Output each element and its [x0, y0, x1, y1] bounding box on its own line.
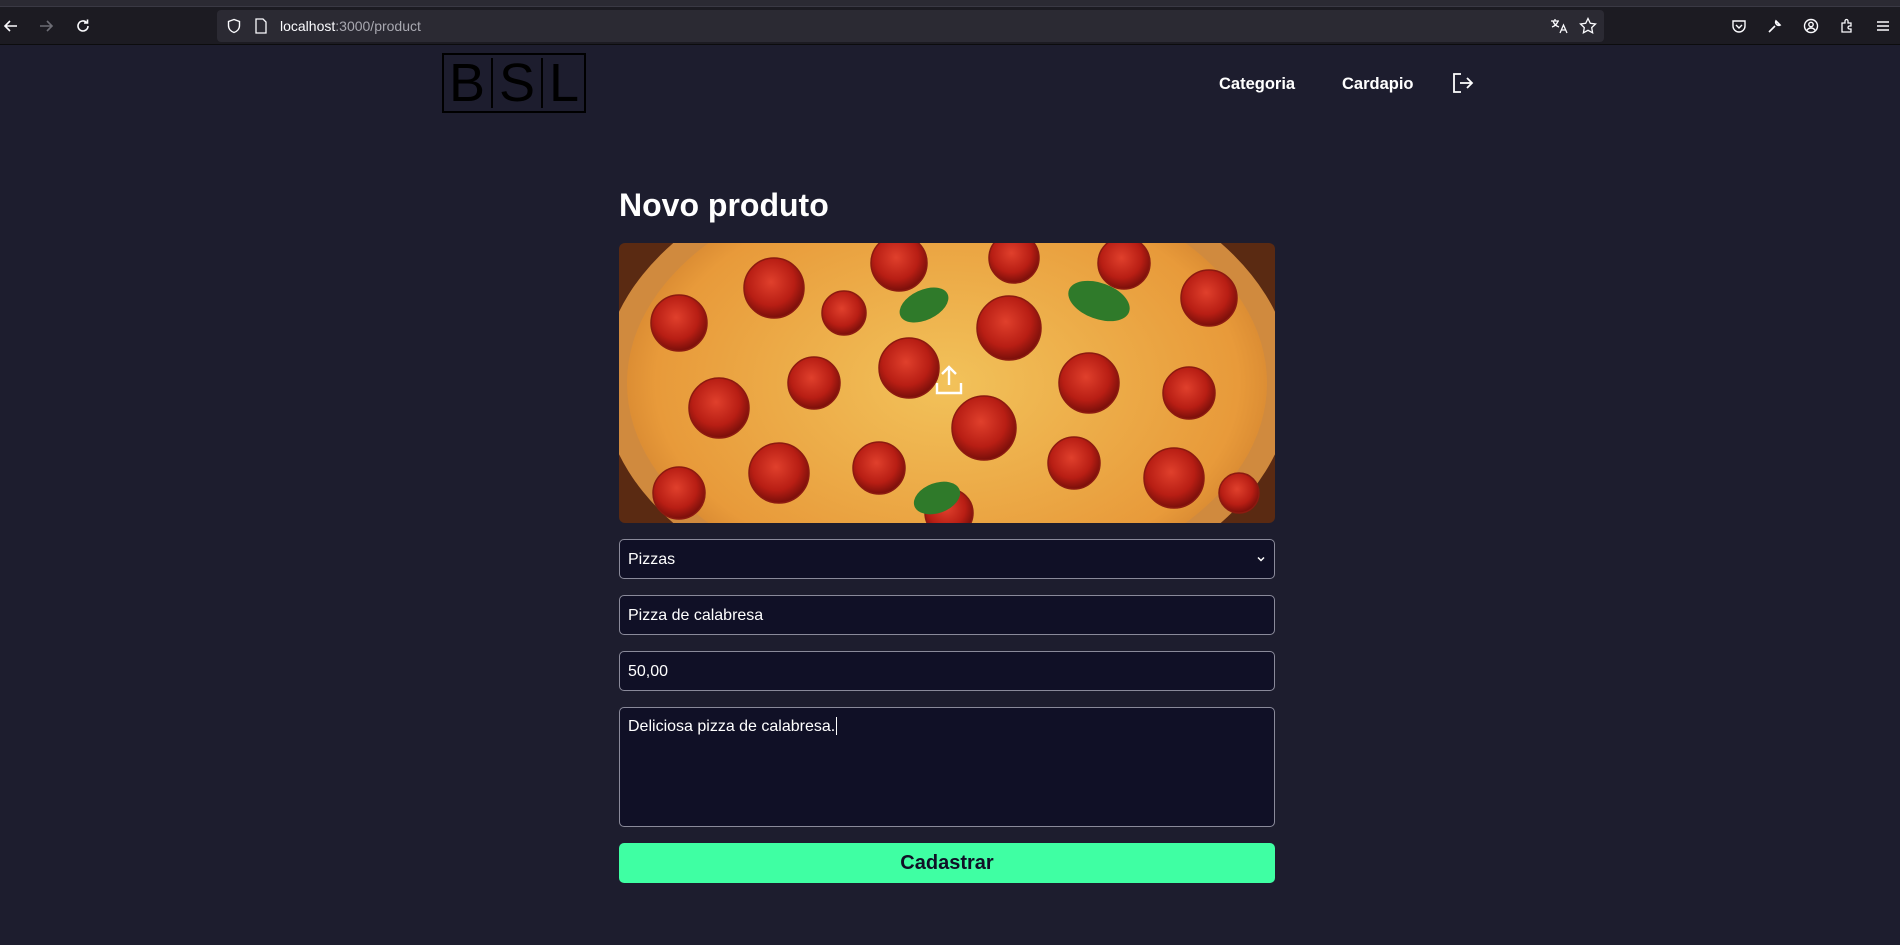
account-icon[interactable]: [1794, 7, 1828, 45]
browser-tab-strip: [0, 0, 1900, 7]
bookmark-star-icon[interactable]: [1579, 16, 1597, 40]
shield-icon[interactable]: [226, 18, 242, 39]
url-bar[interactable]: localhost:3000/product: [217, 10, 1604, 42]
browser-toolbar: localhost:3000/product: [0, 7, 1900, 45]
logo-letter: B: [448, 53, 485, 113]
product-name-value: Pizza de calabresa: [628, 607, 764, 624]
nav-link-cardapio[interactable]: Cardapio: [1342, 75, 1414, 94]
reload-icon[interactable]: [66, 7, 100, 45]
logo[interactable]: B S L: [442, 53, 586, 113]
logout-icon[interactable]: [1451, 71, 1475, 95]
logo-letter: S: [498, 53, 535, 113]
back-icon[interactable]: [0, 7, 28, 45]
category-select-value: Pizzas: [628, 551, 676, 568]
nav-link-categoria[interactable]: Categoria: [1219, 75, 1295, 94]
product-name-input[interactable]: Pizza de calabresa: [619, 595, 1275, 635]
submit-button[interactable]: Cadastrar: [619, 843, 1275, 883]
page-icon[interactable]: [254, 18, 268, 39]
text-caret: [836, 717, 838, 735]
logo-divider: [541, 58, 543, 108]
page-title: Novo produto: [619, 187, 829, 223]
price-value: 50,00: [628, 663, 669, 680]
extensions-icon[interactable]: [1830, 7, 1864, 45]
price-input[interactable]: 50,00: [619, 651, 1275, 691]
logo-letter: L: [549, 53, 580, 113]
wrench-icon[interactable]: [1758, 7, 1792, 45]
translate-icon[interactable]: [1550, 18, 1568, 39]
upload-icon[interactable]: [933, 363, 965, 397]
category-select[interactable]: Pizzas: [619, 539, 1275, 579]
logo-divider: [490, 58, 493, 108]
chevron-down-icon: [1257, 556, 1265, 562]
description-textarea[interactable]: Deliciosa pizza de calabresa.: [619, 707, 1275, 827]
forward-icon[interactable]: [29, 7, 63, 45]
pocket-icon[interactable]: [1722, 7, 1756, 45]
menu-icon[interactable]: [1866, 7, 1900, 45]
url-text[interactable]: localhost:3000/product: [280, 18, 421, 34]
description-value: Deliciosa pizza de calabresa.: [628, 718, 836, 735]
